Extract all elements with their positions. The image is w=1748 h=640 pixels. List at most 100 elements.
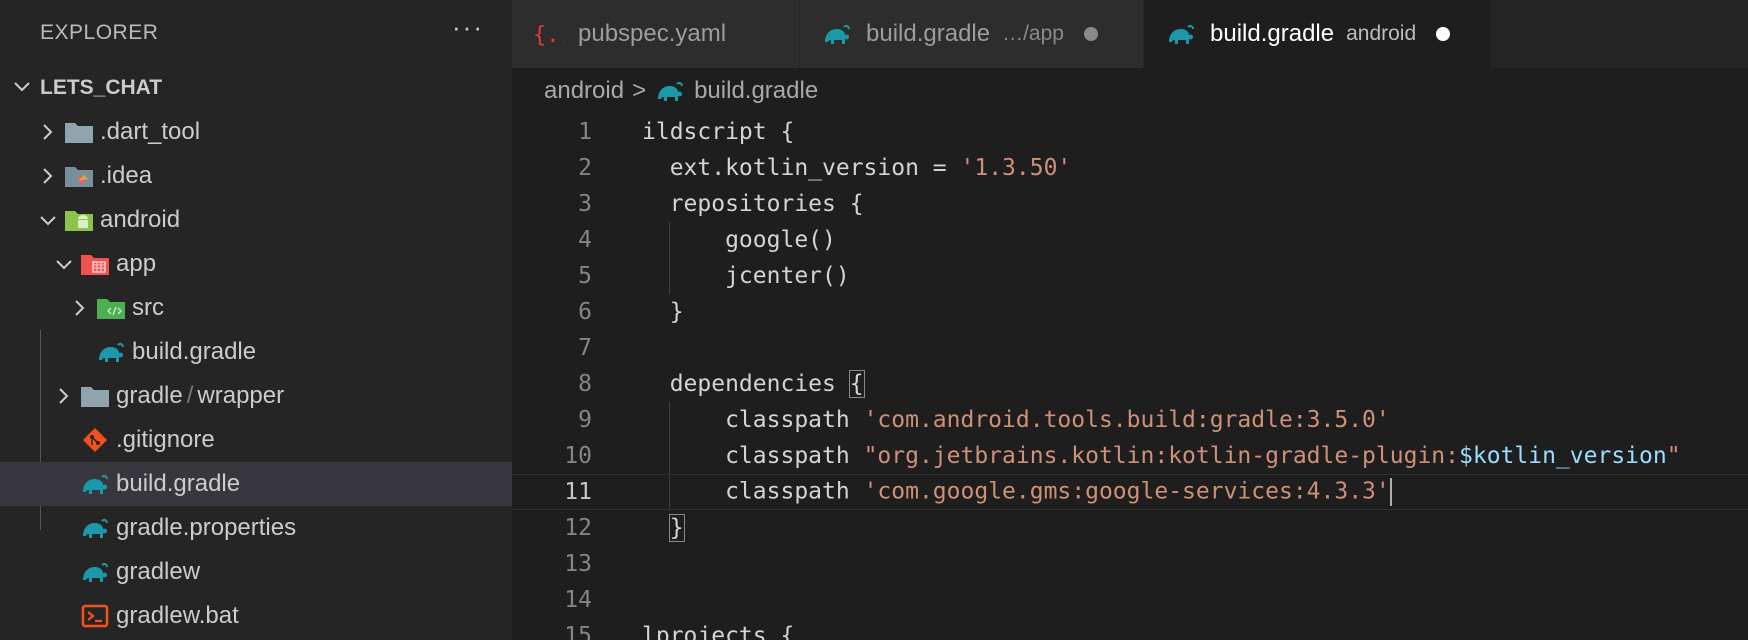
line-number: 9 (578, 407, 592, 433)
line-number: 7 (578, 335, 592, 361)
line-number: 13 (564, 551, 592, 577)
tab-description: android (1346, 22, 1417, 45)
line-number: 4 (578, 227, 592, 253)
editor-tab-bar: {..} pubspec.yaml build.gradle …/app bui… (512, 0, 1748, 68)
file-tree: .dart_tool .idea android app src build.g… (0, 110, 512, 638)
code-text: classpath 'com.google.gms:google-service… (642, 478, 1392, 506)
gradle-icon (654, 77, 686, 105)
code-line: 8 dependencies { (512, 366, 1748, 402)
string-token: 'com.google.gms:google-services:4.3.3' (863, 478, 1390, 505)
breadcrumb: android > build.gradle (512, 68, 1748, 114)
tree-item-label: gradlew.bat (116, 602, 239, 629)
code-text: google() (642, 227, 836, 253)
chevron-right-icon (50, 382, 78, 410)
tree-item-app-build-gradle[interactable]: build.gradle (0, 330, 512, 374)
code-text: classpath "org.jetbrains.kotlin:kotlin-g… (642, 443, 1681, 469)
code-text: } (642, 514, 685, 542)
tree-item-label: android (100, 206, 181, 233)
folder-icon (62, 118, 96, 146)
code-text: ildscript { (642, 119, 795, 145)
tree-item-android[interactable]: android (0, 198, 512, 242)
line-number: 2 (578, 155, 592, 181)
tree-item-label: app (116, 250, 157, 277)
tab-pubspec-yaml[interactable]: {..} pubspec.yaml (512, 0, 800, 68)
tree-item-android-build-gradle[interactable]: build.gradle (0, 462, 512, 506)
bracket-match: { (848, 370, 865, 398)
chevron-right-icon (34, 162, 62, 190)
gradle-icon (820, 19, 854, 49)
code-text: jcenter() (642, 263, 850, 289)
tree-item-label: .gitignore (116, 426, 215, 453)
text-cursor (1389, 478, 1392, 506)
src-folder-icon (94, 294, 128, 322)
workspace-name: LETS_CHAT (40, 76, 163, 99)
yaml-braces-icon: {..} (532, 19, 566, 49)
folder-name-wrapper: wrapper (197, 382, 285, 409)
folder-icon (78, 382, 112, 410)
unsaved-dot-icon[interactable] (1436, 27, 1451, 41)
tree-item-gitignore[interactable]: .gitignore (0, 418, 512, 462)
tab-label: build.gradle (1210, 20, 1335, 47)
code-text: ext.kotlin_version = '1.3.50' (642, 155, 1072, 181)
git-icon (78, 426, 112, 454)
line-number: 15 (564, 623, 592, 640)
gradle-icon (78, 558, 112, 586)
code-line: 12 } (512, 510, 1748, 546)
string-token: '1.3.50' (960, 155, 1072, 181)
code-token: classpath (642, 443, 864, 469)
chevron-down-icon (50, 250, 78, 278)
tab-label: pubspec.yaml (578, 20, 727, 47)
more-actions-icon[interactable]: ··· (452, 14, 484, 40)
chevron-right-icon (66, 294, 94, 322)
gradle-icon (94, 338, 128, 366)
code-line: 10 classpath "org.jetbrains.kotlin:kotli… (512, 438, 1748, 474)
tree-item-gradle-wrapper[interactable]: gradle / wrapper (0, 374, 512, 418)
path-separator: / (186, 382, 194, 409)
breadcrumb-folder[interactable]: android (544, 77, 624, 105)
bracket-match: } (668, 514, 685, 542)
workspace-section-header[interactable]: LETS_CHAT (0, 66, 512, 110)
explorer-title: EXPLORER (40, 21, 159, 44)
tree-item-gradle-properties[interactable]: gradle.properties (0, 506, 512, 550)
line-number: 12 (564, 515, 592, 541)
code-text: dependencies { (642, 370, 865, 398)
code-text: classpath 'com.android.tools.build:gradl… (642, 407, 1390, 433)
code-line: 14 (512, 582, 1748, 618)
tab-build-gradle-android[interactable]: build.gradle android (1144, 0, 1492, 68)
code-line: 2 ext.kotlin_version = '1.3.50' (512, 150, 1748, 186)
line-number: 5 (578, 263, 592, 289)
tree-item-label: .dart_tool (100, 118, 201, 145)
string-token: 'com.android.tools.build:gradle:3.5.0' (863, 407, 1390, 433)
tree-item-app[interactable]: app (0, 242, 512, 286)
code-text: lprojects { (642, 623, 795, 640)
line-number: 1 (578, 119, 592, 145)
unsaved-dot-icon[interactable] (1083, 27, 1098, 41)
explorer-header: EXPLORER ··· (0, 0, 512, 66)
tree-item-src[interactable]: src (0, 286, 512, 330)
code-text: } (642, 299, 684, 325)
code-editor[interactable]: 1 ildscript { 2 ext.kotlin_version = '1.… (512, 114, 1748, 640)
line-number: 10 (564, 443, 592, 469)
code-token: ext.kotlin_version = (642, 155, 961, 181)
code-line: 1 ildscript { (512, 114, 1748, 150)
tree-item-label: build.gradle (116, 470, 241, 497)
tab-build-gradle-app[interactable]: build.gradle …/app (800, 0, 1144, 68)
line-number: 14 (564, 587, 592, 613)
code-token: classpath (642, 407, 864, 433)
gradle-icon (78, 470, 112, 498)
terminal-icon (78, 602, 112, 630)
tree-item-gradlew-bat[interactable]: gradlew.bat (0, 594, 512, 638)
breadcrumb-file[interactable]: build.gradle (694, 77, 818, 105)
tab-description: …/app (1002, 22, 1064, 45)
code-line: 9 classpath 'com.android.tools.build:gra… (512, 402, 1748, 438)
string-token: "org.jetbrains.kotlin:kotlin-gradle-plug… (863, 443, 1459, 469)
line-number: 11 (564, 479, 592, 505)
folder-name-gradle: gradle (116, 382, 183, 409)
tree-item-gradlew[interactable]: gradlew (0, 550, 512, 594)
tree-item-dart-tool[interactable]: .dart_tool (0, 110, 512, 154)
svg-text:{..}: {..} (533, 23, 565, 48)
app-folder-icon (78, 250, 112, 278)
line-number: 3 (578, 191, 592, 217)
tree-item-idea[interactable]: .idea (0, 154, 512, 198)
code-line: 13 (512, 546, 1748, 582)
